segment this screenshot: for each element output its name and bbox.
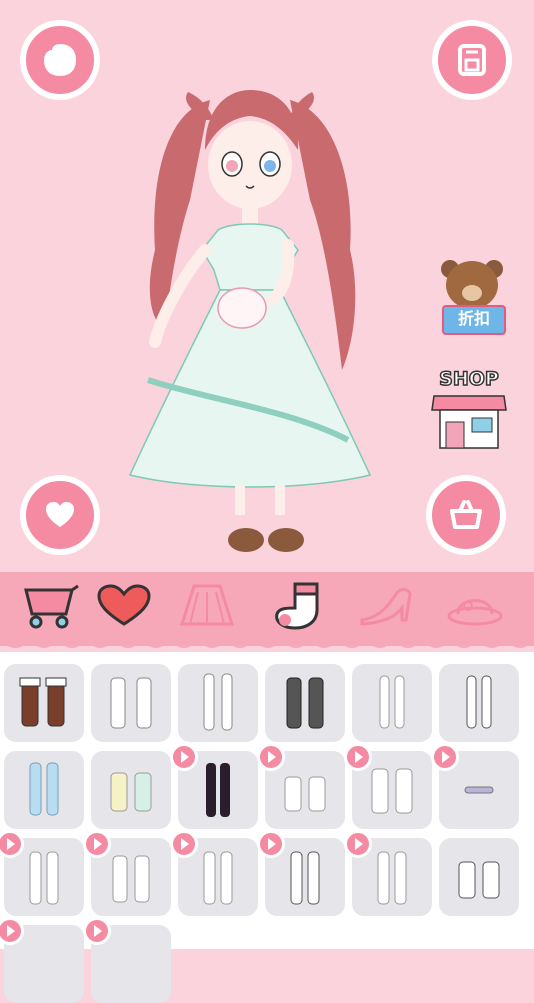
- shop-label: SHOP: [438, 367, 499, 391]
- socks-icon: [110, 677, 152, 729]
- socks-icon: [203, 673, 233, 731]
- socks-icon: [29, 851, 59, 905]
- tab-hats[interactable]: [440, 578, 510, 634]
- socks-icon: [206, 763, 230, 817]
- item-blue-trim-ankle-socks[interactable]: [439, 838, 519, 916]
- socks-icon: [112, 855, 150, 903]
- item-white-thigh-highs[interactable]: [178, 664, 258, 742]
- item-pink-lace-socks[interactable]: [83, 830, 171, 916]
- item-pink-trim-knee-socks[interactable]: [0, 830, 84, 916]
- hat-icon: [447, 599, 503, 626]
- tab-skirt[interactable]: [172, 578, 242, 634]
- tab-heart[interactable]: [89, 578, 159, 634]
- item-black-bow-stockings[interactable]: [170, 743, 258, 829]
- anklet-icon: [464, 786, 494, 794]
- tab-shoes[interactable]: [352, 578, 422, 634]
- basket-icon: [450, 500, 482, 529]
- socks-icon: [458, 861, 500, 899]
- item-white-knee-socks[interactable]: [170, 830, 258, 916]
- socks-icon: [284, 776, 326, 812]
- heart-icon: [97, 584, 151, 626]
- item-white-ribbon-stockings[interactable]: [352, 664, 432, 742]
- socks-icon: [29, 762, 59, 816]
- item-heart-knee-socks[interactable]: [344, 830, 432, 916]
- item-white-lace-socks[interactable]: [91, 664, 171, 742]
- save-icon: [458, 44, 486, 76]
- item-partial-2[interactable]: [83, 917, 171, 1003]
- cookie-icon: [44, 44, 76, 76]
- socks-icon: [466, 675, 492, 729]
- item-black-bow-knee-socks[interactable]: [257, 830, 345, 916]
- basket-button[interactable]: [426, 475, 506, 555]
- cart-icon: [24, 584, 79, 629]
- socks-icon: [19, 677, 67, 727]
- item-rainbow-socks[interactable]: [91, 751, 171, 829]
- sale-label: 折扣: [442, 305, 506, 335]
- socks-icon: [371, 768, 413, 814]
- heart-icon: [46, 502, 74, 527]
- sock-icon: [275, 582, 319, 630]
- socks-icon: [110, 772, 152, 812]
- cookie-button[interactable]: [20, 20, 100, 100]
- shop-button[interactable]: SHOP: [430, 367, 508, 452]
- socks-icon: [290, 851, 320, 905]
- save-button[interactable]: [432, 20, 512, 100]
- item-partial-1[interactable]: [0, 917, 84, 1003]
- skirt-icon: [179, 584, 235, 626]
- socks-icon: [379, 675, 405, 729]
- favorite-button[interactable]: [20, 475, 100, 555]
- item-pink-trim-ankle-socks[interactable]: [257, 743, 345, 829]
- storefront-icon: [431, 395, 507, 449]
- item-brown-ruffle-socks[interactable]: [4, 664, 84, 742]
- tab-cart[interactable]: [16, 578, 86, 634]
- sale-badge[interactable]: 折扣: [436, 255, 508, 349]
- high-heel-icon: [360, 588, 412, 626]
- socks-icon: [377, 851, 407, 905]
- socks-icon: [286, 677, 324, 729]
- tab-socks[interactable]: [263, 578, 333, 634]
- item-black-fishnet-socks[interactable]: [265, 664, 345, 742]
- item-blue-stockings[interactable]: [4, 751, 84, 829]
- item-white-bow-stockings[interactable]: [439, 664, 519, 742]
- socks-icon: [203, 851, 233, 905]
- locked-badge: [83, 917, 111, 945]
- dressup-stage: 折扣 SHOP: [0, 0, 534, 572]
- item-slouch-socks[interactable]: [344, 743, 432, 829]
- locked-badge: [0, 917, 24, 945]
- item-bead-anklet[interactable]: [431, 743, 519, 829]
- character-illustration: [128, 90, 372, 552]
- item-grid: [0, 652, 534, 1003]
